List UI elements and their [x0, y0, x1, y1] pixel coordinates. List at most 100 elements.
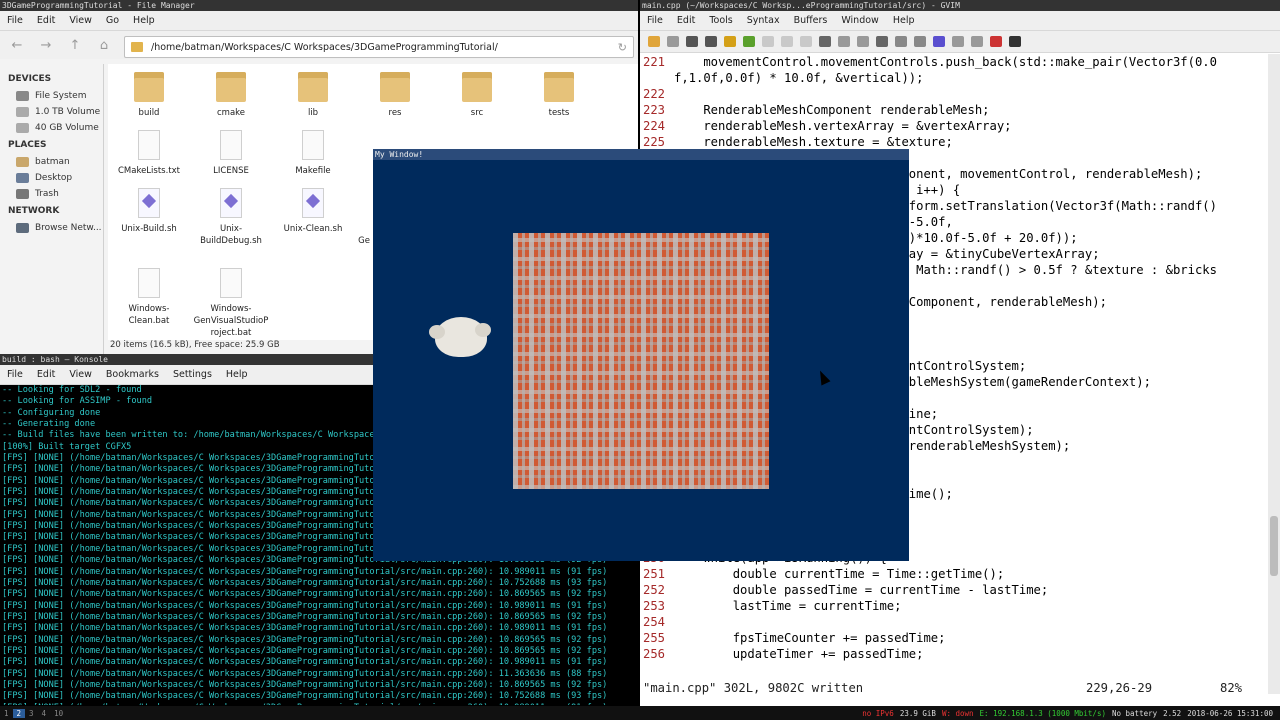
- save-all-icon[interactable]: [686, 36, 698, 47]
- vertical-scrollbar[interactable]: [1268, 54, 1280, 694]
- game-window[interactable]: My Window!: [373, 149, 909, 561]
- paste-icon[interactable]: [800, 36, 812, 47]
- sidebar-item-label: 1.0 TB Volume: [35, 107, 101, 117]
- file-item[interactable]: Windows- Clean.bat: [108, 268, 190, 327]
- vim-command-line: "main.cpp" 302L, 9802C written 229,26-29 8…: [643, 681, 1273, 695]
- workspace-3[interactable]: 3: [25, 709, 38, 718]
- file-name: Unix- BuildDebug.sh: [200, 224, 262, 246]
- file-name: Windows- GenVisualStudioP roject.bat: [193, 304, 269, 338]
- document-icon: [220, 130, 242, 160]
- menu-item-file[interactable]: File: [0, 369, 30, 380]
- sidebar-item-volume-1tb[interactable]: 1.0 TB Volume: [0, 104, 103, 120]
- workspace-10[interactable]: 10: [50, 709, 67, 718]
- file-item[interactable]: Windows- GenVisualStudioP roject.bat: [190, 268, 272, 339]
- sidebar-item-home[interactable]: batman: [0, 154, 103, 170]
- status-item: no IPv6: [862, 708, 894, 718]
- reload-icon[interactable]: ↻: [618, 41, 627, 54]
- script-icon: [138, 188, 160, 218]
- file-item[interactable]: build: [108, 72, 190, 119]
- menu-item-bookmarks[interactable]: Bookmarks: [99, 369, 166, 380]
- back-arrow-icon[interactable]: ←: [6, 35, 28, 55]
- cut-icon[interactable]: [762, 36, 774, 47]
- sidebar-item-filesystem[interactable]: File System: [0, 88, 103, 104]
- line-number: 225: [643, 135, 666, 149]
- menu-item-help[interactable]: Help: [126, 15, 162, 26]
- menu-item-edit[interactable]: Edit: [30, 15, 62, 26]
- file-name: build: [138, 108, 160, 118]
- code-line: f,1.0f,0.0f) * 10.0f, &vertical));: [640, 70, 1268, 86]
- line-number: 256: [643, 647, 666, 661]
- file-item[interactable]: Makefile: [272, 130, 354, 177]
- redo-icon[interactable]: [743, 36, 755, 47]
- menu-item-tools[interactable]: Tools: [702, 15, 739, 26]
- sidebar-item-browse-network[interactable]: Browse Netw...: [0, 220, 103, 236]
- file-item[interactable]: Unix-Clean.sh: [272, 188, 354, 235]
- find-next-icon[interactable]: [838, 36, 850, 47]
- menu-item-buffers[interactable]: Buffers: [787, 15, 835, 26]
- file-name: res: [388, 108, 402, 118]
- sidebar-item-label: File System: [35, 91, 87, 101]
- file-item[interactable]: cmake: [190, 72, 272, 119]
- file-name: Unix-Clean.sh: [283, 224, 343, 234]
- print-icon[interactable]: [705, 36, 717, 47]
- scrollbar-thumb[interactable]: [1270, 516, 1278, 576]
- line-number: 255: [643, 631, 666, 645]
- find-prev-icon[interactable]: [857, 36, 869, 47]
- menu-item-view[interactable]: View: [62, 15, 99, 26]
- sidebar-item-desktop[interactable]: Desktop: [0, 170, 103, 186]
- tags-icon[interactable]: [971, 36, 983, 47]
- status-item: 23.9 GiB: [899, 708, 936, 718]
- file-item[interactable]: Unix-Build.sh: [108, 188, 190, 235]
- make-icon[interactable]: [933, 36, 945, 47]
- file-item[interactable]: src: [436, 72, 518, 119]
- open-icon[interactable]: [648, 36, 660, 47]
- line-number: 224: [643, 119, 666, 133]
- location-bar[interactable]: /home/batman/Workspaces/C Workspaces/3DG…: [124, 36, 634, 58]
- menu-item-syntax[interactable]: Syntax: [740, 15, 787, 26]
- file-item[interactable]: tests: [518, 72, 600, 119]
- file-item[interactable]: CMakeLists.txt: [108, 130, 190, 177]
- file-item[interactable]: lib: [272, 72, 354, 119]
- menu-item-help[interactable]: Help: [886, 15, 922, 26]
- game-window-titlebar[interactable]: My Window!: [373, 149, 909, 160]
- menu-item-view[interactable]: View: [62, 369, 99, 380]
- load-session-icon[interactable]: [876, 36, 888, 47]
- up-arrow-icon[interactable]: ↑: [64, 35, 86, 55]
- code-text: renderableMesh.vertexArray = &vertexArra…: [674, 119, 1012, 133]
- workspace-1[interactable]: 1: [0, 709, 13, 718]
- menu-item-help[interactable]: Help: [219, 369, 255, 380]
- file-name: Makefile: [295, 166, 331, 176]
- workspace-4[interactable]: 4: [38, 709, 51, 718]
- run-script-icon[interactable]: [914, 36, 926, 47]
- file-item[interactable]: Unix- BuildDebug.sh: [190, 188, 272, 247]
- menu-item-edit[interactable]: Edit: [30, 369, 62, 380]
- copy-icon[interactable]: [781, 36, 793, 47]
- file-item[interactable]: Ge: [346, 236, 370, 246]
- find-icon[interactable]: [819, 36, 831, 47]
- save-icon[interactable]: [667, 36, 679, 47]
- menu-item-go[interactable]: Go: [99, 15, 126, 26]
- help-icon[interactable]: [990, 36, 1002, 47]
- file-name: Windows- Clean.bat: [128, 304, 170, 326]
- menu-item-settings[interactable]: Settings: [166, 369, 219, 380]
- save-session-icon[interactable]: [895, 36, 907, 47]
- document-icon: [138, 268, 160, 298]
- line-number: 254: [643, 615, 666, 629]
- shell-icon[interactable]: [952, 36, 964, 47]
- find-help-icon[interactable]: [1009, 36, 1021, 47]
- menu-item-window[interactable]: Window: [834, 15, 885, 26]
- gvim-titlebar[interactable]: main.cpp (~/Workspaces/C Worksp...eProgr…: [640, 0, 1280, 11]
- file-item[interactable]: res: [354, 72, 436, 119]
- home-icon[interactable]: ⌂: [93, 35, 115, 55]
- code-text: updateTimer += passedTime;: [674, 647, 924, 661]
- sidebar-item-trash[interactable]: Trash: [0, 186, 103, 202]
- menu-item-file[interactable]: File: [640, 15, 670, 26]
- file-manager-titlebar[interactable]: 3DGameProgrammingTutorial - File Manager: [0, 0, 638, 11]
- workspace-2[interactable]: 2: [12, 708, 26, 718]
- sidebar-item-volume-40gb[interactable]: 40 GB Volume: [0, 120, 103, 136]
- menu-item-edit[interactable]: Edit: [670, 15, 702, 26]
- forward-arrow-icon[interactable]: →: [35, 35, 57, 55]
- menu-item-file[interactable]: File: [0, 15, 30, 26]
- file-item[interactable]: LICENSE: [190, 130, 272, 177]
- undo-icon[interactable]: [724, 36, 736, 47]
